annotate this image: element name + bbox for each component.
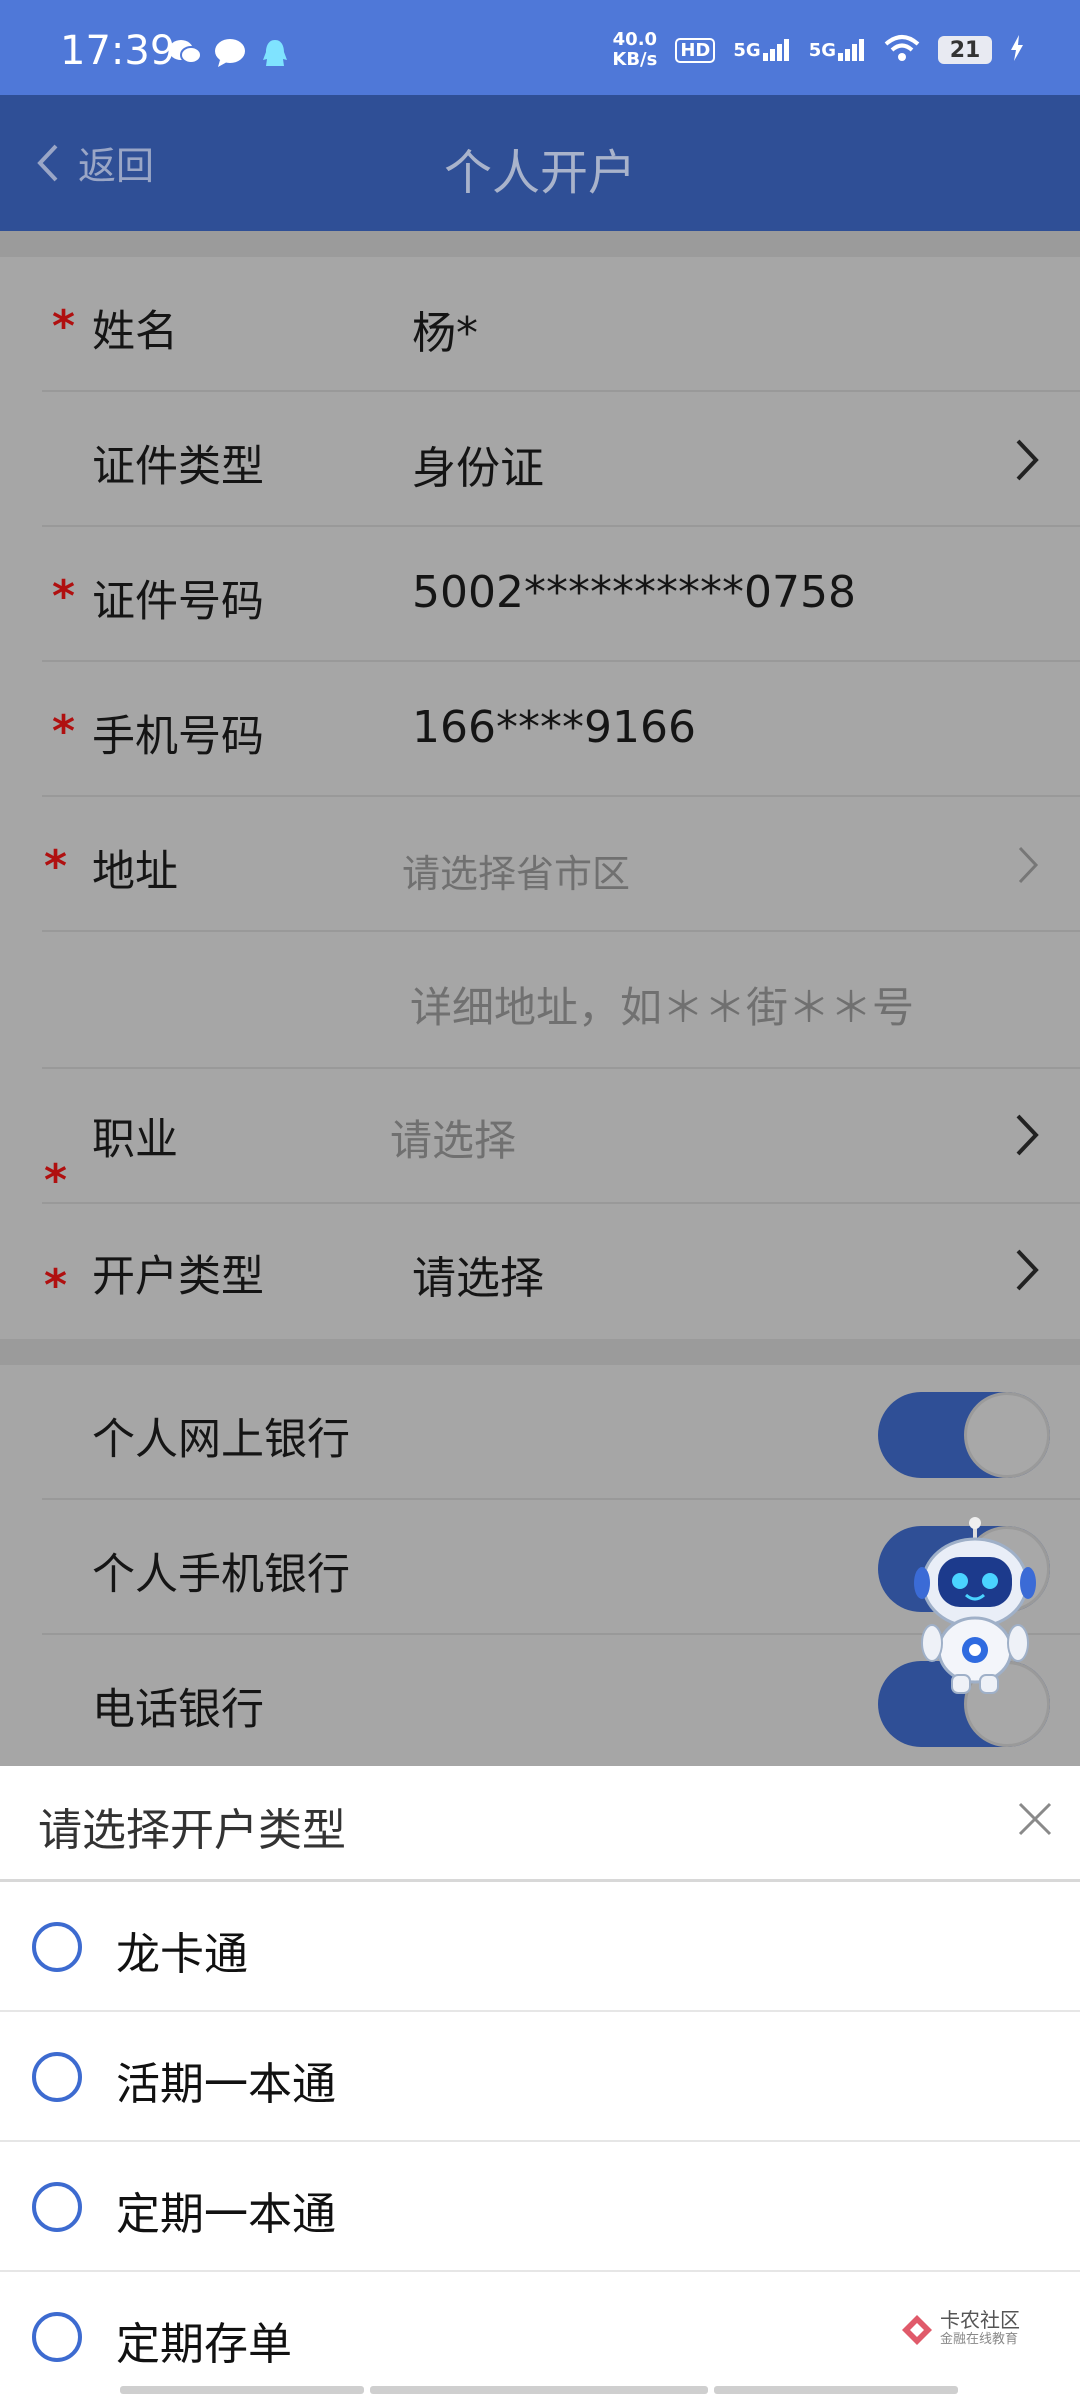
radio-button[interactable]: [32, 2182, 82, 2232]
app-header: 返回 个人开户: [0, 95, 1080, 231]
phone-row[interactable]: * 手机号码 166****9166: [42, 662, 1080, 797]
phone-label: 手机号码: [92, 712, 264, 762]
option-label: 定期一本通: [116, 2189, 336, 2240]
message-icon: [214, 38, 246, 72]
id-type-label: 证件类型: [92, 442, 264, 492]
required-mark: *: [44, 841, 68, 892]
address-detail-input[interactable]: 详细地址，如＊＊街＊＊号: [410, 974, 914, 1035]
signal-5g-1: 5G: [733, 39, 790, 61]
charging-icon: [1010, 35, 1024, 65]
account-type-option[interactable]: 龙卡通: [0, 1882, 1080, 2012]
watermark: 卡农社区 金融在线教育: [900, 2310, 1020, 2350]
id-number-row[interactable]: * 证件号码 5002**********0758: [42, 527, 1080, 662]
occupation-label: 职业: [92, 1115, 178, 1165]
service-row: 个人网上银行: [42, 1365, 1080, 1500]
watermark-logo-icon: [902, 2315, 932, 2345]
assistant-robot-icon[interactable]: [910, 1515, 1040, 1699]
required-mark: *: [52, 571, 76, 622]
account-type-label: 开户类型: [92, 1252, 264, 1302]
address-row[interactable]: * 地址 请选择省市区: [42, 797, 1080, 932]
service-label: 个人网上银行: [92, 1415, 350, 1465]
status-time: 17:39: [60, 28, 176, 74]
chevron-right-icon: [1016, 1249, 1039, 1291]
required-mark: *: [44, 1260, 68, 1311]
account-type-option[interactable]: 定期一本通: [0, 2142, 1080, 2272]
chevron-right-icon: [1016, 439, 1039, 481]
chevron-right-icon: [1016, 1114, 1039, 1156]
signal-5g-2: 5G: [809, 39, 866, 61]
indicator-segment: [120, 2386, 364, 2394]
phone-value[interactable]: 166****9166: [412, 702, 696, 753]
occupation-row[interactable]: * 职业 请选择: [42, 1069, 1080, 1206]
address-label: 地址: [92, 847, 178, 897]
toggle-knob: [964, 1392, 1050, 1478]
account-type-option[interactable]: 活期一本通: [0, 2012, 1080, 2142]
sheet-header: 请选择开户类型: [0, 1766, 1080, 1882]
indicator-segment: [370, 2386, 708, 2394]
option-label: 定期存单: [116, 2319, 292, 2370]
status-bar: 17:39 40.0 KB/s HD 5G 5G 21: [0, 0, 1080, 95]
option-label: 活期一本通: [116, 2059, 336, 2110]
wechat-icon: [168, 38, 202, 70]
radio-button[interactable]: [32, 2312, 82, 2362]
section-gap: [0, 231, 1080, 257]
network-speed: 40.0 KB/s: [612, 29, 658, 70]
radio-button[interactable]: [32, 2052, 82, 2102]
service-label: 个人手机银行: [92, 1550, 350, 1600]
section-gap: [0, 1339, 1080, 1365]
service-label: 电话银行: [92, 1685, 264, 1735]
close-icon[interactable]: [1010, 1794, 1060, 1848]
battery-indicator: 21: [938, 36, 992, 64]
qq-icon: [262, 38, 288, 74]
required-mark: *: [52, 301, 76, 352]
radio-button[interactable]: [32, 1922, 82, 1972]
account-type-value[interactable]: 请选择: [412, 1242, 544, 1306]
id-number-label: 证件号码: [92, 577, 264, 627]
id-number-value[interactable]: 5002**********0758: [412, 567, 856, 618]
id-type-row[interactable]: 证件类型 身份证: [42, 392, 1080, 527]
wifi-icon: [884, 34, 920, 66]
sheet-title: 请选择开户类型: [38, 1805, 346, 1856]
name-row[interactable]: * 姓名 杨*: [42, 257, 1080, 392]
name-value[interactable]: 杨*: [412, 297, 478, 361]
account-type-row[interactable]: * 开户类型 请选择: [42, 1204, 1080, 1339]
bottom-indicator: [120, 2386, 960, 2394]
account-form: * 姓名 杨* 证件类型 身份证 * 证件号码 5002**********07…: [0, 257, 1080, 1339]
address-region-select[interactable]: 请选择省市区: [402, 843, 630, 898]
chevron-right-icon: [1018, 846, 1039, 884]
page-title: 个人开户: [443, 145, 636, 201]
address-detail-row[interactable]: 详细地址，如＊＊街＊＊号: [42, 932, 1080, 1069]
id-type-value: 身份证: [412, 443, 544, 494]
hd-icon: HD: [675, 37, 716, 63]
option-label: 龙卡通: [116, 1929, 248, 1980]
online-banking-toggle[interactable]: [878, 1392, 1050, 1478]
required-mark: *: [52, 706, 76, 757]
required-mark: *: [44, 1155, 68, 1206]
occupation-select[interactable]: 请选择: [390, 1107, 516, 1168]
indicator-segment: [714, 2386, 958, 2394]
name-label: 姓名: [92, 307, 178, 357]
account-type-sheet: 请选择开户类型 龙卡通 活期一本通 定期一本通 定期存单: [0, 1766, 1080, 2400]
